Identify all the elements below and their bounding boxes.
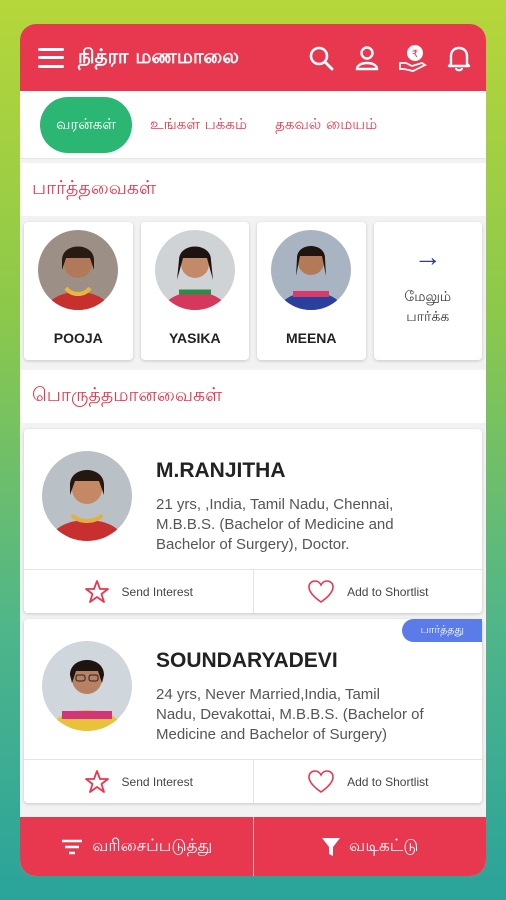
send-interest-label: Send Interest	[121, 584, 193, 599]
filter-label: வடிகட்டு	[349, 835, 419, 856]
match-name: M.RANJITHA	[156, 459, 286, 482]
app-title: நித்ரா மணமாலை	[78, 44, 239, 68]
send-interest-label: Send Interest	[121, 774, 193, 789]
tab-info-center[interactable]: தகவல் மையம்	[265, 115, 387, 135]
tab-your-page[interactable]: உங்கள் பக்கம்	[140, 115, 257, 135]
menu-icon[interactable]	[38, 47, 64, 68]
app-screen: நித்ரா மணமாலை ₹ வரன்கள் உங்கள் பக்கம் தக…	[20, 24, 486, 876]
match-name: SOUNDARYADEVI	[156, 649, 338, 672]
match-details-line: 21 yrs, ,India, Tamil Nadu, Chennai,	[156, 496, 394, 513]
payment-hand-icon[interactable]: ₹	[398, 43, 428, 73]
heart-icon	[308, 769, 334, 793]
add-to-shortlist-button[interactable]: Add to Shortlist	[252, 570, 483, 613]
search-icon[interactable]	[306, 43, 336, 73]
heart-icon	[308, 579, 334, 603]
view-more-label-1: மேலும்	[404, 289, 452, 305]
add-to-shortlist-button[interactable]: Add to Shortlist	[252, 760, 483, 803]
filter-button[interactable]: வடிகட்டு	[252, 817, 487, 876]
viewed-profile-card[interactable]: MEENA	[257, 222, 366, 360]
avatar	[42, 451, 132, 541]
bottom-action-bar: வரிசைப்படுத்து வடிகட்டு	[20, 817, 486, 876]
view-more-card[interactable]: → மேலும் பார்க்க	[373, 222, 482, 360]
sort-icon	[62, 839, 83, 854]
match-details-line: Bachelor of Surgery), Doctor.	[156, 536, 350, 553]
matches-section-title: பொருத்தமானவைகள்	[20, 370, 486, 423]
app-bar: நித்ரா மணமாலை ₹	[20, 24, 486, 91]
avatar	[271, 230, 352, 310]
filter-icon	[322, 837, 341, 856]
sort-button[interactable]: வரிசைப்படுத்து	[20, 817, 253, 876]
send-interest-button[interactable]: Send Interest	[24, 570, 253, 613]
viewed-badge: பார்த்தது	[402, 619, 482, 642]
tab-bar: வரன்கள் உங்கள் பக்கம் தகவல் மையம்	[20, 91, 486, 159]
match-card[interactable]: M.RANJITHA 21 yrs, ,India, Tamil Nadu, C…	[24, 429, 482, 613]
star-icon	[84, 769, 109, 793]
viewed-profiles-row: POOJA YASIKA MEENA → மேலும் பார்க்க	[20, 216, 486, 360]
viewed-profile-name: POOJA	[53, 330, 103, 346]
svg-text:₹: ₹	[412, 49, 418, 60]
tab-matches[interactable]: வரன்கள்	[40, 96, 132, 153]
match-details-line: 24 yrs, Never Married,India, Tamil	[156, 686, 380, 703]
sort-label: வரிசைப்படுத்து	[92, 835, 213, 856]
send-interest-button[interactable]: Send Interest	[24, 760, 253, 803]
avatar	[38, 230, 119, 310]
viewed-profile-card[interactable]: YASIKA	[140, 222, 249, 360]
user-icon[interactable]	[352, 43, 382, 73]
star-icon	[84, 579, 109, 603]
shortlist-label: Add to Shortlist	[347, 774, 429, 789]
arrow-right-icon: →	[413, 241, 442, 272]
avatar	[42, 641, 132, 731]
bell-icon[interactable]	[444, 43, 474, 73]
match-details-line: Medicine and Bachelor of Surgery)	[156, 726, 387, 743]
match-card[interactable]: பார்த்தது SOUNDARYADEVI 24 yrs, Never Ma…	[24, 619, 482, 803]
viewed-profile-name: MEENA	[285, 330, 337, 346]
viewed-profile-card[interactable]: POOJA	[24, 222, 133, 360]
match-details-line: M.B.B.S. (Bachelor of Medicine and	[156, 516, 394, 533]
viewed-section-title: பார்த்தவைகள்	[20, 163, 486, 216]
avatar	[154, 230, 235, 310]
viewed-profile-name: YASIKA	[168, 330, 221, 346]
shortlist-label: Add to Shortlist	[347, 584, 429, 599]
match-details-line: Nadu, Devakottai, M.B.B.S. (Bachelor of	[156, 706, 424, 723]
view-more-label-2: பார்க்க	[406, 309, 450, 325]
